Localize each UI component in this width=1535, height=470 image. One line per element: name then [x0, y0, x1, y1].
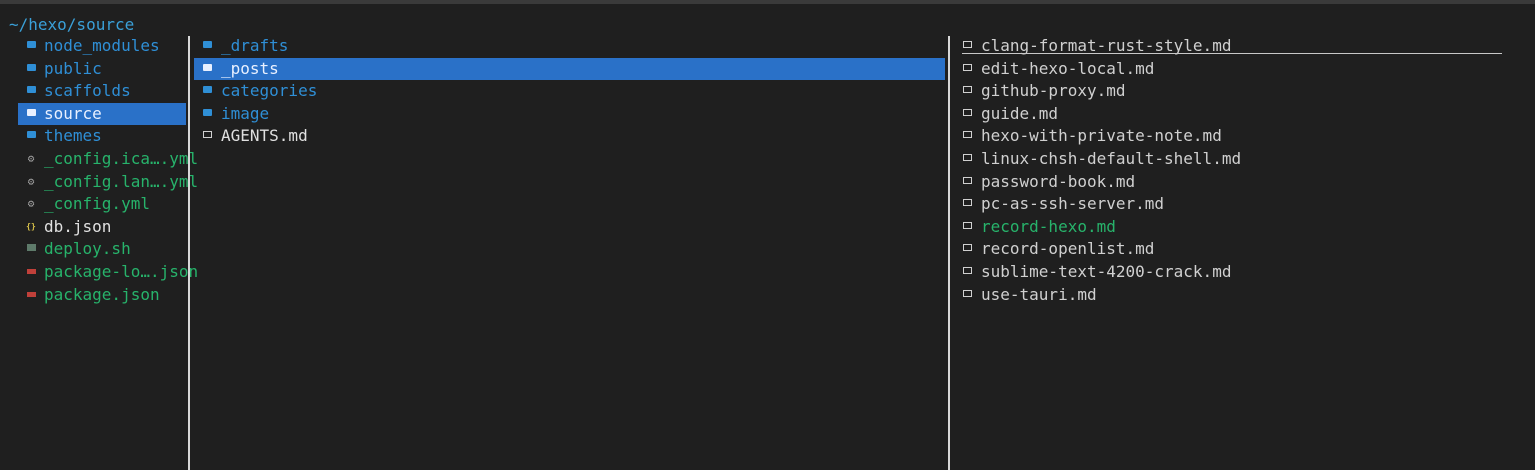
- current-dir-item[interactable]: categories: [194, 80, 945, 102]
- parent-dir-item[interactable]: {} db.json: [18, 216, 186, 238]
- current-dir-item[interactable]: _drafts: [194, 35, 945, 57]
- markdown-file-icon: [960, 238, 974, 260]
- current-dir-item[interactable]: _posts: [194, 58, 945, 80]
- markdown-file-icon: [960, 171, 974, 193]
- file-name-label: db.json: [44, 217, 112, 236]
- folder-icon: [24, 80, 38, 102]
- parent-directory-pane[interactable]: node_modulespublic scaffolds source themes ⚙…: [0, 35, 198, 470]
- parent-dir-item[interactable]: ⚙ _config.ica….yml: [18, 148, 198, 170]
- file-name-label: node_modules: [44, 36, 160, 55]
- file-name-label: package-lo….json: [44, 262, 199, 281]
- file-name-label: linux-chsh-default-shell.md: [981, 149, 1242, 168]
- file-name-label: pc-as-ssh-server.md: [981, 194, 1165, 213]
- window-top-bar: [0, 0, 1535, 4]
- preview-item[interactable]: edit-hexo-local.md: [960, 58, 1520, 80]
- file-name-label: _config.yml: [44, 194, 150, 213]
- current-dir-item[interactable]: image: [194, 103, 945, 125]
- gear-icon: ⚙: [27, 197, 35, 210]
- folder-icon: [24, 125, 38, 147]
- markdown-file-icon: [960, 193, 974, 215]
- preview-item[interactable]: use-tauri.md: [960, 284, 1520, 306]
- preview-item[interactable]: pc-as-ssh-server.md: [960, 193, 1520, 215]
- folder-icon: [200, 103, 214, 125]
- file-name-label: image: [221, 104, 270, 123]
- file-name-label: record-openlist.md: [981, 239, 1155, 258]
- file-name-label: public: [44, 59, 102, 78]
- gear-icon: ⚙: [27, 152, 35, 165]
- file-name-label: deploy.sh: [44, 239, 131, 258]
- markdown-file-icon: [960, 284, 974, 306]
- cursor-underline: [962, 53, 1502, 54]
- markdown-file-icon: [960, 125, 974, 147]
- folder-icon: [24, 35, 38, 57]
- preview-pane[interactable]: clang-format-rust-style.md edit-hexo-loca…: [950, 36, 1535, 470]
- parent-dir-item[interactable]: ⚙ _config.lan….yml: [18, 171, 198, 193]
- preview-item[interactable]: github-proxy.md: [960, 80, 1520, 102]
- parent-dir-item[interactable]: source: [18, 103, 186, 125]
- preview-item[interactable]: record-hexo.md: [960, 216, 1520, 238]
- preview-item[interactable]: guide.md: [960, 103, 1520, 125]
- folder-icon: [200, 80, 214, 102]
- markdown-file-icon: [960, 261, 974, 283]
- preview-item[interactable]: linux-chsh-default-shell.md: [960, 148, 1520, 170]
- parent-dir-item[interactable]: node_modules: [18, 35, 186, 57]
- parent-dir-item[interactable]: deploy.sh: [18, 238, 186, 260]
- markdown-file-icon: [200, 125, 214, 147]
- file-name-label: password-book.md: [981, 172, 1136, 191]
- file-name-label: themes: [44, 126, 102, 145]
- json-braces-icon: {}: [26, 222, 36, 231]
- preview-item[interactable]: record-openlist.md: [960, 238, 1520, 260]
- gear-icon: ⚙: [27, 175, 35, 188]
- folder-icon: [24, 103, 38, 125]
- npm-icon: [24, 261, 38, 283]
- parent-dir-item[interactable]: ⚙ _config.yml: [18, 193, 186, 215]
- file-name-label: github-proxy.md: [981, 81, 1126, 100]
- terminal-icon: [24, 238, 38, 260]
- file-name-label: source: [44, 104, 102, 123]
- file-name-label: edit-hexo-local.md: [981, 59, 1155, 78]
- markdown-file-icon: [960, 58, 974, 80]
- markdown-file-icon: [960, 80, 974, 102]
- file-name-label: categories: [221, 81, 318, 100]
- folder-icon: [200, 58, 214, 80]
- file-name-label: hexo-with-private-note.md: [981, 126, 1222, 145]
- npm-icon: [24, 284, 38, 306]
- parent-dir-item[interactable]: public: [18, 58, 186, 80]
- preview-item[interactable]: password-book.md: [960, 171, 1520, 193]
- file-name-label: _drafts: [221, 36, 289, 55]
- preview-item[interactable]: hexo-with-private-note.md: [960, 125, 1520, 147]
- markdown-file-icon: [960, 103, 974, 125]
- file-name-label: sublime-text-4200-crack.md: [981, 262, 1232, 281]
- current-dir-item[interactable]: AGENTS.md: [194, 125, 945, 147]
- parent-dir-item[interactable]: package-lo….json: [18, 261, 198, 283]
- file-name-label: _posts: [221, 59, 279, 78]
- file-name-label: package.json: [44, 285, 160, 304]
- file-name-label: use-tauri.md: [981, 285, 1097, 304]
- file-name-label: _config.ica….yml: [44, 149, 199, 168]
- folder-icon: [24, 58, 38, 80]
- parent-dir-item[interactable]: themes: [18, 125, 186, 147]
- preview-item[interactable]: sublime-text-4200-crack.md: [960, 261, 1520, 283]
- parent-dir-item[interactable]: package.json: [18, 284, 186, 306]
- markdown-file-icon: [960, 216, 974, 238]
- file-name-label: guide.md: [981, 104, 1059, 123]
- file-name-label: record-hexo.md: [981, 217, 1116, 236]
- file-name-label: _config.lan….yml: [44, 172, 199, 191]
- current-path: ~/hexo/source: [9, 15, 135, 34]
- file-name-label: AGENTS.md: [221, 126, 308, 145]
- file-name-label: scaffolds: [44, 81, 131, 100]
- parent-dir-item[interactable]: scaffolds: [18, 80, 186, 102]
- markdown-file-icon: [960, 148, 974, 170]
- current-directory-pane[interactable]: _drafts _posts categories image AGENTS.md: [190, 36, 948, 470]
- folder-icon: [200, 35, 214, 57]
